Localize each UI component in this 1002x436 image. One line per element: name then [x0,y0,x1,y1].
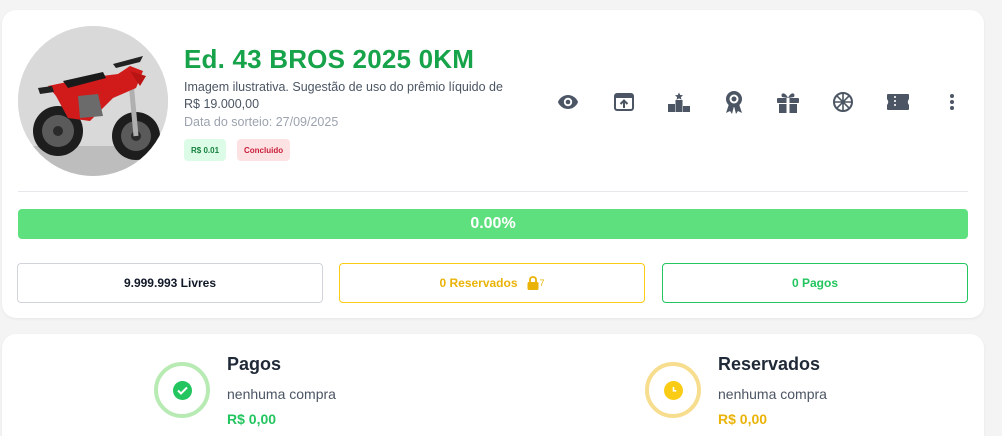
podium-icon [668,92,690,112]
reserved-numbers-filter[interactable]: 0 Reservados 7 [339,263,645,303]
publish-button[interactable] [611,90,637,114]
paid-status-ring [154,362,210,418]
progress-bar: 0.00% [18,209,968,239]
free-numbers-filter[interactable]: 9.999.993 Livres [17,263,323,303]
reserved-value: R$ 0,00 [718,411,768,427]
reserved-status-ring [645,362,701,418]
reserved-count: 0 Reservados [439,276,518,290]
paid-subtitle: nenhuma compra [227,386,336,402]
ranking-button[interactable] [666,90,692,114]
raffle-image [18,26,168,176]
reserved-title: Reservados [718,354,821,374]
view-button[interactable] [555,90,581,114]
award-button[interactable] [721,90,747,114]
locked-count: 7 [539,278,545,288]
ticket-icon [887,94,909,110]
raffle-title: Ed. 43 BROS 2025 0KM [184,44,475,74]
paid-numbers-filter[interactable]: 0 Pagos [662,263,968,303]
free-count: 9.999.993 Livres [123,276,217,290]
divider [18,191,968,192]
more-options-button[interactable] [939,90,965,114]
award-icon [726,91,742,114]
raffle-description: Imagem ilustrativa. Sugestão de uso do p… [184,80,503,111]
status-badge: Concluido [237,139,291,161]
eye-icon [558,95,578,109]
clock-icon [672,386,676,392]
raffle-card: Ed. 43 BROS 2025 0KM Imagem ilustrativa.… [2,10,984,318]
paid-value: R$ 0,00 [227,411,277,427]
paid-count: 0 Pagos [791,276,839,290]
check-icon [176,386,188,395]
more-vertical-icon [950,94,954,110]
motorcycle-photo [18,26,168,176]
spin-button[interactable] [830,90,856,114]
price-badge: R$ 0.01 [184,139,227,161]
reserved-subtitle: nenhuma compra [718,386,827,402]
prizes-button[interactable] [775,90,801,114]
publish-icon [614,93,634,111]
paid-title: Pagos [227,354,282,374]
progress-label: 0.00% [470,215,516,232]
gift-icon [777,93,799,113]
lock-icon [527,276,539,290]
draw-date: Data do sorteio: 27/09/2025 [184,115,339,129]
tickets-button[interactable] [885,90,911,114]
wheel-icon [833,92,853,112]
sales-summary-card: Pagos nenhuma compra R$ 0,00 Reservados … [2,334,984,436]
reserved-lock: 7 [527,276,545,290]
